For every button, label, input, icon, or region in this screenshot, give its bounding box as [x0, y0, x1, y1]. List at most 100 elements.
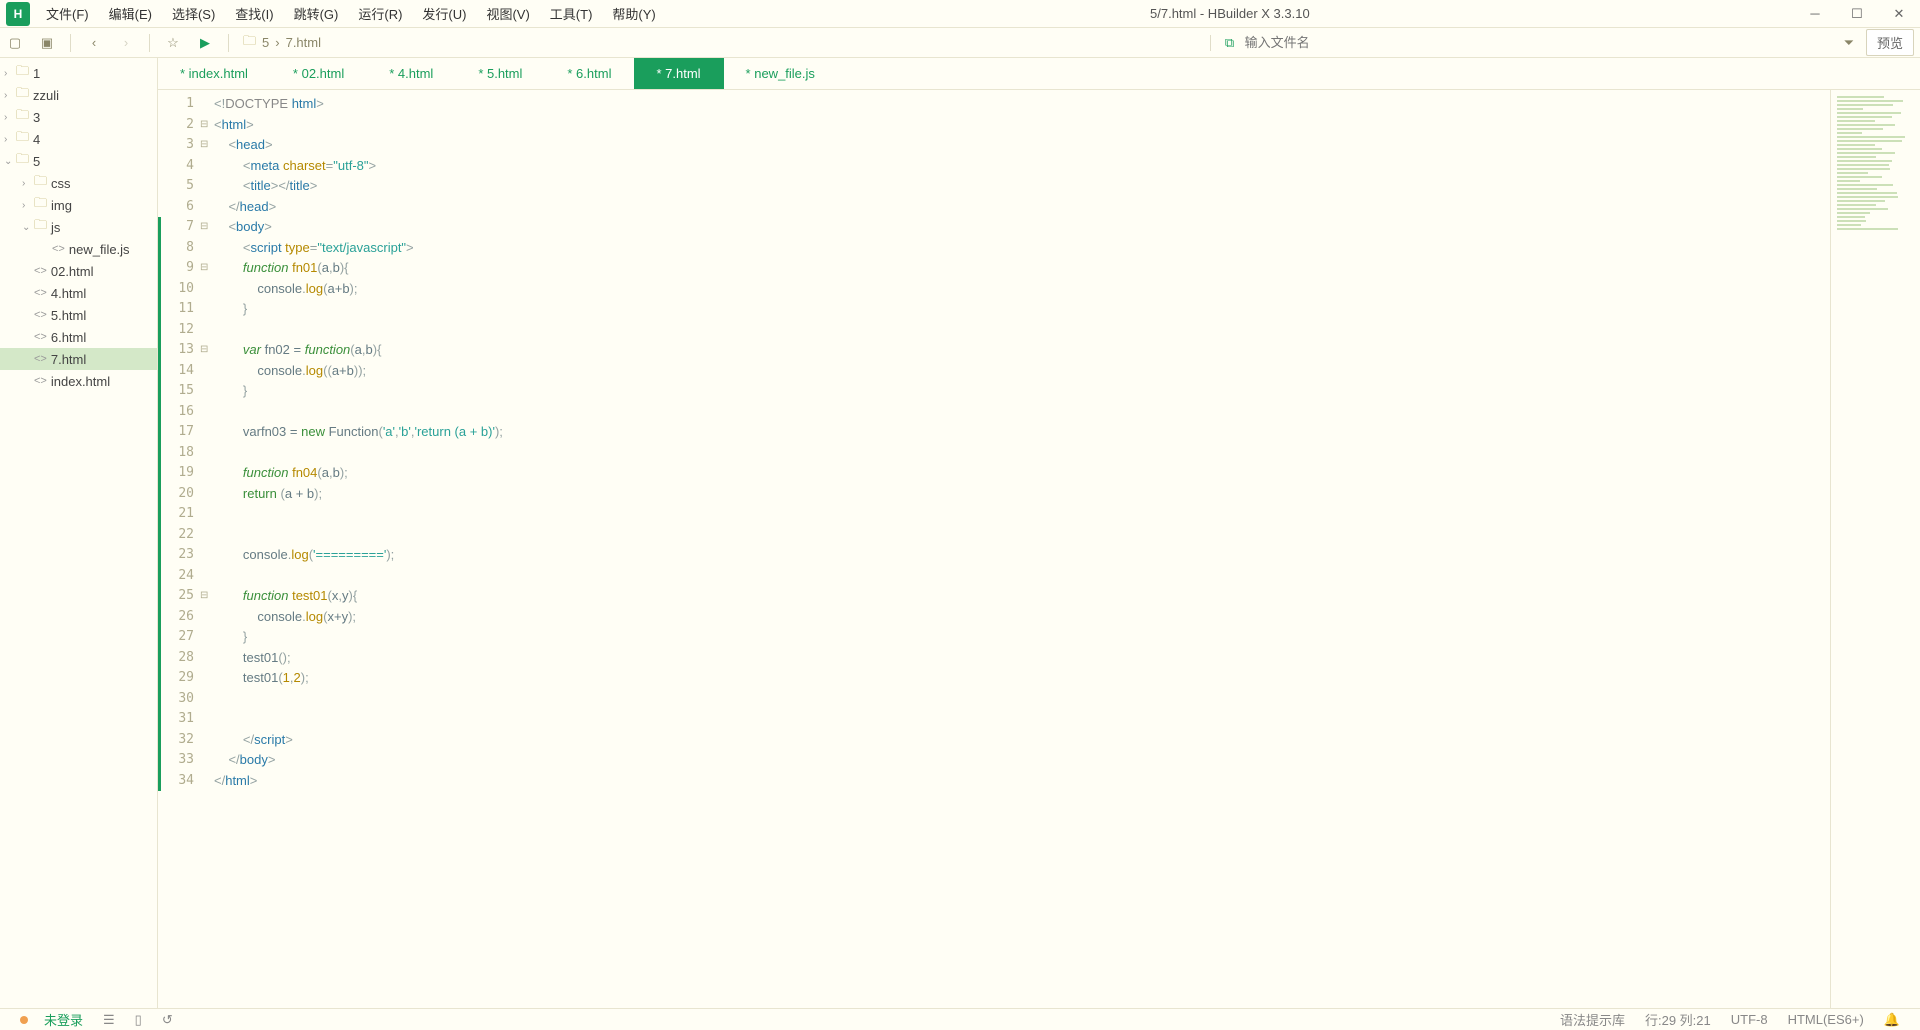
editor-tab[interactable]: * 7.html [634, 58, 723, 89]
chevron-icon[interactable]: › [4, 90, 16, 101]
code-line[interactable] [214, 504, 1830, 525]
line-number[interactable]: 10 [158, 279, 200, 300]
code-line[interactable]: } [214, 627, 1830, 648]
minimap[interactable] [1830, 90, 1920, 1008]
file-search[interactable]: ⧉ [1210, 35, 1830, 51]
line-number[interactable]: 31 [158, 709, 200, 730]
panel-icon[interactable]: ▯ [135, 1012, 142, 1028]
chevron-icon[interactable]: › [22, 178, 34, 189]
tree-folder[interactable]: ›🗀zzuli [0, 84, 157, 106]
line-number[interactable]: 20 [158, 484, 200, 505]
editor-tab[interactable]: * index.html [158, 58, 271, 89]
code-line[interactable]: </html> [214, 771, 1830, 792]
tree-folder[interactable]: ›🗀1 [0, 62, 157, 84]
fold-icon[interactable]: ⊟ [200, 344, 208, 355]
line-number[interactable]: 12 [158, 320, 200, 341]
line-number[interactable]: 25 [158, 586, 200, 607]
menu-item[interactable]: 视图(V) [476, 4, 539, 23]
line-number[interactable]: 27 [158, 627, 200, 648]
back-icon[interactable]: ‹ [85, 35, 103, 50]
menu-item[interactable]: 发行(U) [412, 4, 476, 23]
line-number[interactable]: 8 [158, 238, 200, 259]
menu-item[interactable]: 工具(T) [540, 4, 603, 23]
line-number[interactable]: 24 [158, 566, 200, 587]
hint-library[interactable]: 语法提示库 [1560, 1010, 1625, 1029]
code-line[interactable]: <meta charset="utf-8"> [214, 156, 1830, 177]
code-line[interactable]: } [214, 381, 1830, 402]
tree-file[interactable]: <>4.html [0, 282, 157, 304]
line-number[interactable]: 26 [158, 607, 200, 628]
code-line[interactable]: test01(1,2); [214, 668, 1830, 689]
editor-tab[interactable]: * 6.html [545, 58, 634, 89]
tree-file[interactable]: <>02.html [0, 260, 157, 282]
tree-folder[interactable]: ›🗀img [0, 194, 157, 216]
line-number[interactable]: 17 [158, 422, 200, 443]
code-line[interactable]: } [214, 299, 1830, 320]
tree-folder[interactable]: ›🗀css [0, 172, 157, 194]
line-number[interactable]: 29 [158, 668, 200, 689]
editor-tab[interactable]: * 5.html [456, 58, 545, 89]
code-line[interactable]: console.log('========='); [214, 545, 1830, 566]
chevron-icon[interactable]: › [4, 68, 16, 79]
chevron-icon[interactable]: › [4, 134, 16, 145]
code-line[interactable]: test01(); [214, 648, 1830, 669]
code-line[interactable]: </script> [214, 730, 1830, 751]
tree-file[interactable]: <>7.html [0, 348, 157, 370]
sync-icon[interactable]: ↺ [162, 1012, 173, 1028]
code-content[interactable]: <!DOCTYPE html><html> <head> <meta chars… [200, 90, 1830, 1008]
breadcrumb-segment[interactable]: 7.html [286, 35, 321, 50]
chevron-icon[interactable]: › [22, 200, 34, 211]
language-mode[interactable]: HTML(ES6+) [1788, 1012, 1864, 1027]
chevron-icon[interactable]: › [4, 112, 16, 123]
line-number[interactable]: 28 [158, 648, 200, 669]
tree-folder[interactable]: ⌄🗀js [0, 216, 157, 238]
line-number[interactable]: 2 [158, 115, 200, 136]
line-number[interactable]: 13 [158, 340, 200, 361]
line-number[interactable]: 5 [158, 176, 200, 197]
minimize-button[interactable]: ─ [1794, 0, 1836, 28]
code-line[interactable]: function fn01(a,b){ [214, 258, 1830, 279]
code-line[interactable]: </body> [214, 750, 1830, 771]
line-number[interactable]: 3 [158, 135, 200, 156]
code-line[interactable] [214, 402, 1830, 423]
line-number[interactable]: 16 [158, 402, 200, 423]
new-tab-icon[interactable]: ▢ [6, 35, 24, 51]
line-number[interactable]: 34 [158, 771, 200, 792]
menu-item[interactable]: 运行(R) [348, 4, 412, 23]
code-line[interactable] [214, 525, 1830, 546]
run-icon[interactable]: ▶ [196, 35, 214, 51]
forward-icon[interactable]: › [117, 35, 135, 50]
menu-item[interactable]: 选择(S) [162, 4, 225, 23]
code-line[interactable]: <script type="text/javascript"> [214, 238, 1830, 259]
code-line[interactable]: return (a + b); [214, 484, 1830, 505]
fold-icon[interactable]: ⊟ [200, 221, 208, 232]
tree-folder[interactable]: ›🗀4 [0, 128, 157, 150]
star-icon[interactable]: ☆ [164, 35, 182, 51]
editor-tab[interactable]: * 02.html [271, 58, 367, 89]
preview-button[interactable]: 预览 [1866, 29, 1914, 56]
sidebar[interactable]: ›🗀1›🗀zzuli›🗀3›🗀4⌄🗀5›🗀css›🗀img⌄🗀js<>new_f… [0, 58, 158, 1008]
tree-file[interactable]: <>5.html [0, 304, 157, 326]
fold-icon[interactable]: ⊟ [200, 119, 208, 130]
code-line[interactable]: <html> [214, 115, 1830, 136]
code-line[interactable] [214, 566, 1830, 587]
line-number[interactable]: 30 [158, 689, 200, 710]
code-line[interactable]: varfn03 = new Function('a','b','return (… [214, 422, 1830, 443]
code-editor[interactable]: 1234567891011121314151617181920212223242… [158, 90, 1920, 1008]
line-number[interactable]: 9 [158, 258, 200, 279]
line-number[interactable]: 7 [158, 217, 200, 238]
code-line[interactable] [214, 709, 1830, 730]
list-icon[interactable]: ☰ [103, 1012, 115, 1028]
fold-icon[interactable]: ⊟ [200, 262, 208, 273]
filter-icon[interactable]: ⏷ [1844, 35, 1854, 51]
tree-file[interactable]: <>6.html [0, 326, 157, 348]
code-line[interactable]: console.log(x+y); [214, 607, 1830, 628]
code-line[interactable]: var fn02 = function(a,b){ [214, 340, 1830, 361]
code-line[interactable] [214, 443, 1830, 464]
code-line[interactable]: <body> [214, 217, 1830, 238]
tree-folder[interactable]: ›🗀3 [0, 106, 157, 128]
code-line[interactable]: <!DOCTYPE html> [214, 94, 1830, 115]
code-line[interactable]: function fn04(a,b); [214, 463, 1830, 484]
save-icon[interactable]: ▣ [38, 35, 56, 51]
tree-folder[interactable]: ⌄🗀5 [0, 150, 157, 172]
